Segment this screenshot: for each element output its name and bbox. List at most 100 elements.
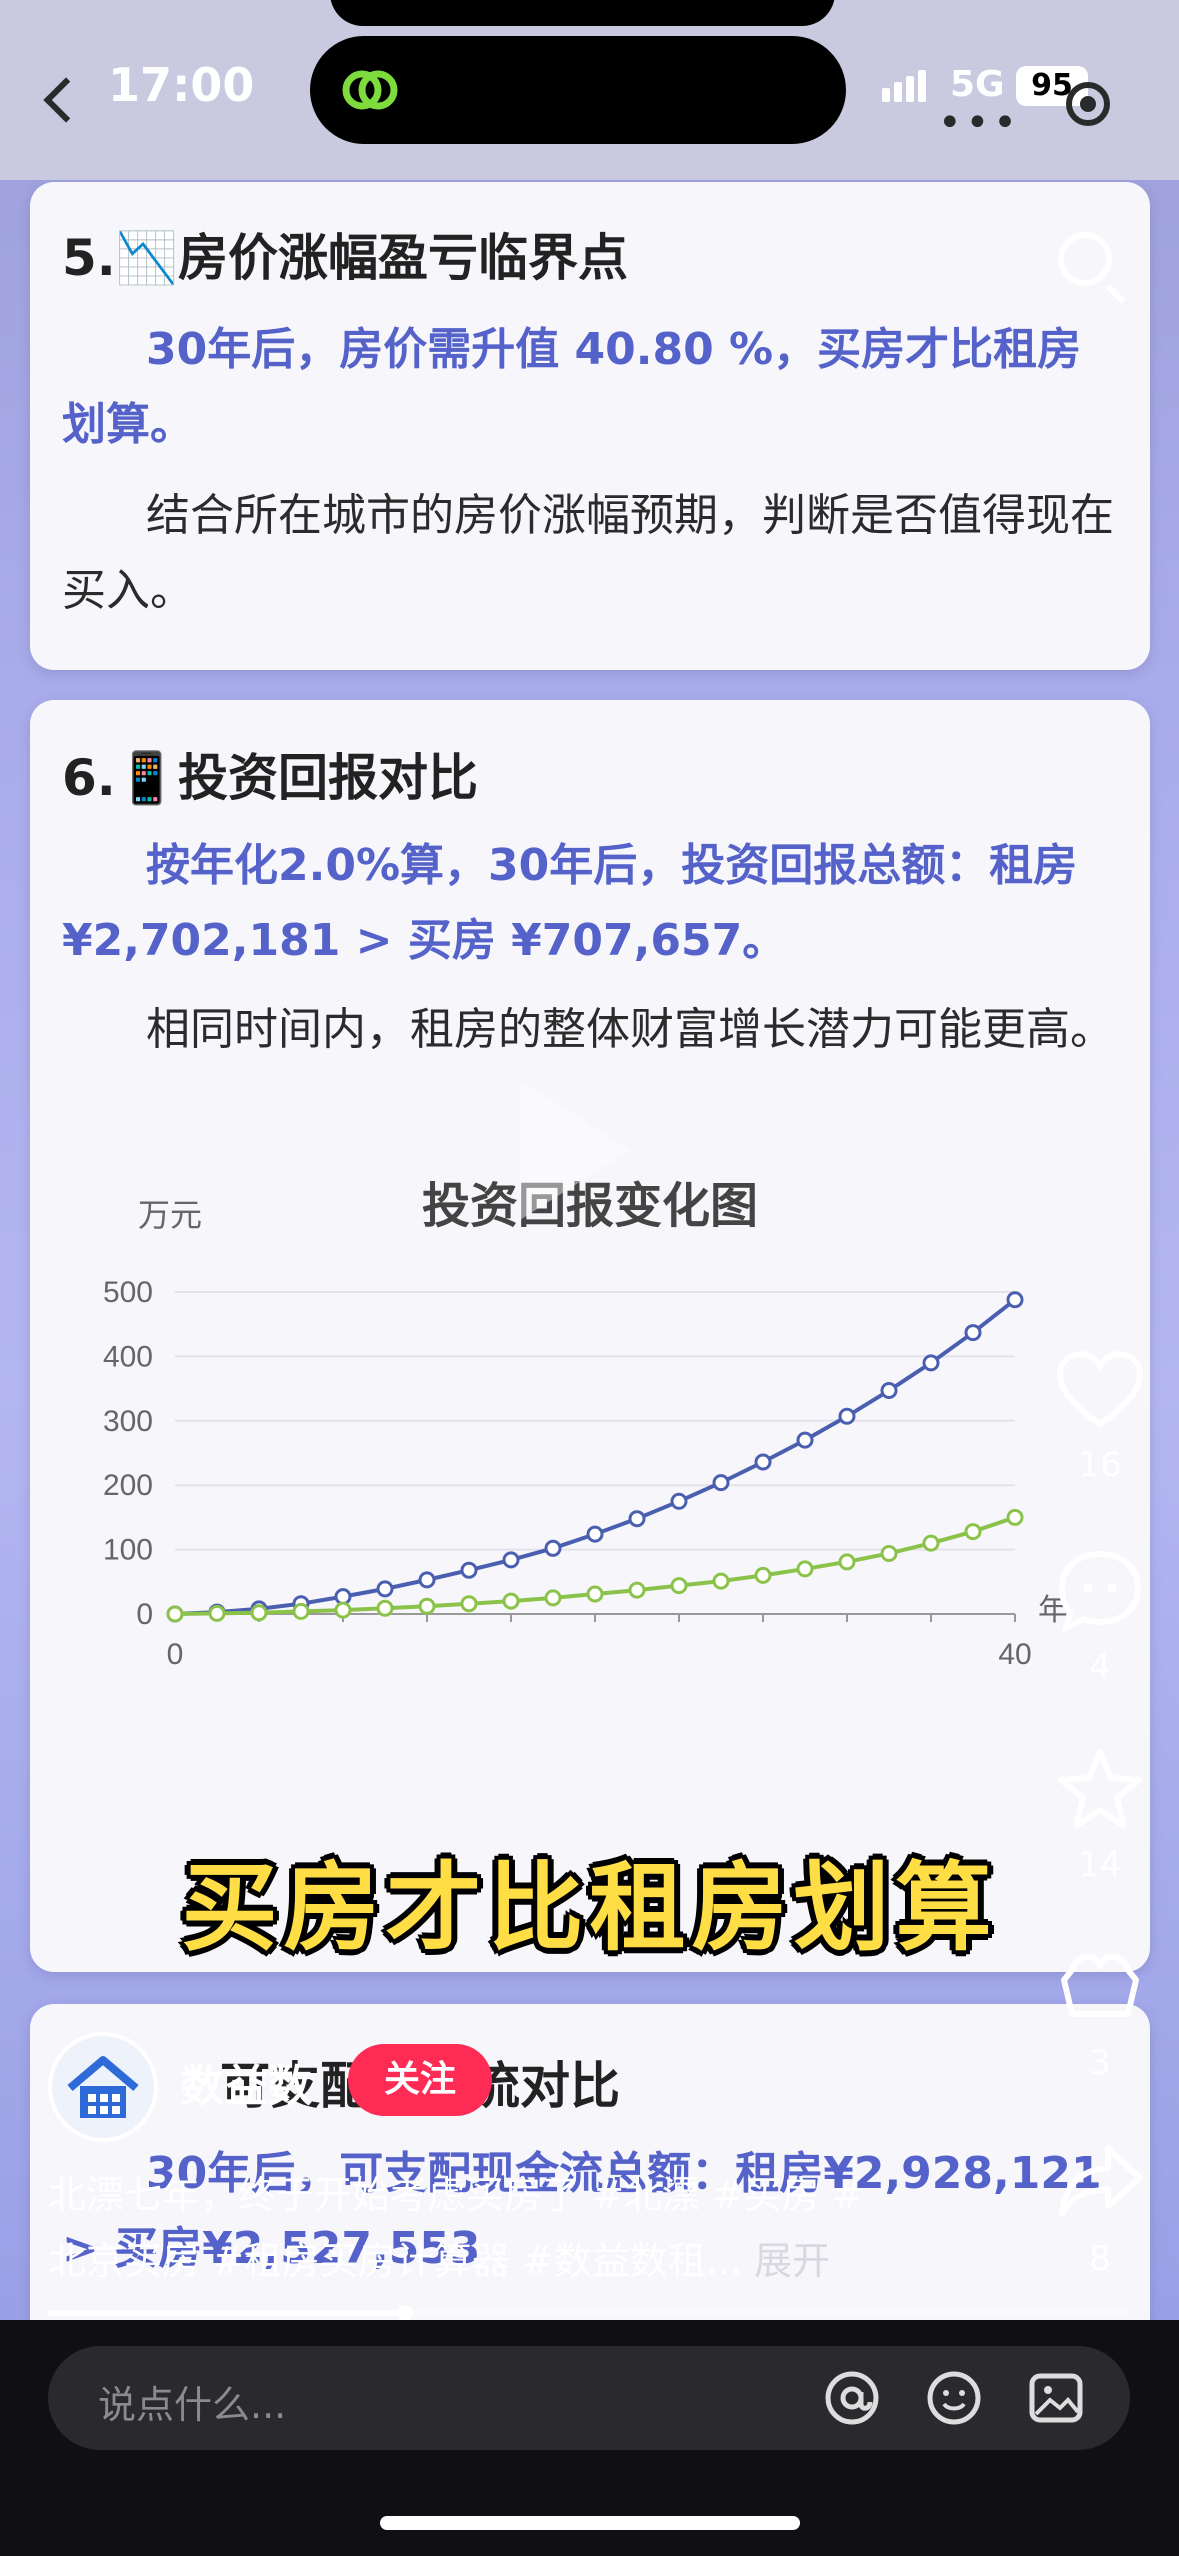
heart-icon xyxy=(1056,1350,1144,1428)
image-icon[interactable] xyxy=(1028,2370,1084,2426)
data-point xyxy=(712,1572,730,1590)
data-point xyxy=(376,1599,394,1617)
data-point xyxy=(880,1544,898,1562)
y-axis-unit: 万元 xyxy=(138,1196,203,1234)
data-point xyxy=(250,1604,268,1622)
like-button[interactable]: 16 xyxy=(1050,1350,1150,1485)
data-point xyxy=(670,1492,688,1510)
record-icon[interactable] xyxy=(1066,82,1110,126)
emoji-icon[interactable] xyxy=(926,2370,982,2426)
data-point xyxy=(334,1588,352,1606)
data-point xyxy=(544,1589,562,1607)
star-icon xyxy=(1058,1749,1142,1829)
more-icon[interactable]: ••• xyxy=(938,100,1021,146)
video-subtitle: 买房才比租房划算 xyxy=(181,1852,998,1964)
follow-button[interactable]: 关注 xyxy=(348,2044,492,2116)
y-tick-label: 200 xyxy=(103,1469,153,1502)
data-point xyxy=(796,1560,814,1578)
progress-fill xyxy=(48,2310,406,2316)
author-name[interactable]: 数益数 xyxy=(180,2050,312,2114)
like-count: 16 xyxy=(1078,1445,1122,1485)
comment-button[interactable]: 4 xyxy=(1050,1548,1150,1687)
clock: 17:00 xyxy=(108,58,255,112)
video-progress-bar[interactable] xyxy=(48,2305,1131,2321)
data-point xyxy=(838,1407,856,1425)
back-icon[interactable] xyxy=(43,77,89,123)
card-title: 6.📱投资回报对比 xyxy=(62,749,479,807)
series-line-0 xyxy=(174,1298,1017,1616)
data-point xyxy=(754,1453,772,1471)
signal-icon xyxy=(882,70,930,102)
data-point xyxy=(208,1604,226,1622)
data-point xyxy=(376,1580,394,1598)
avatar[interactable] xyxy=(48,2032,158,2142)
data-point xyxy=(544,1539,562,1557)
data-point xyxy=(166,1605,184,1623)
data-point xyxy=(628,1581,646,1599)
y-tick-label: 300 xyxy=(103,1405,153,1438)
share-count-a: 3 xyxy=(1089,2043,1111,2083)
network-label: 5G xyxy=(950,64,1005,105)
card-highlight: 30年后，房价需升值 40.80 %，买房才比租房划算。 xyxy=(62,324,1082,450)
card-highlight: 按年化2.0%算，30年后，投资回报总额：租房 ¥2,702,181 > 买房 … xyxy=(62,840,1078,966)
caption-line-1: 北漂七年，终于开始考虑买房了 #北漂 #买房 # xyxy=(48,2173,864,2217)
data-point xyxy=(838,1553,856,1571)
data-point xyxy=(964,1523,982,1541)
share-count: 8 xyxy=(1089,2239,1111,2279)
x-tick-label: 0 xyxy=(167,1638,184,1671)
expand-link[interactable]: 展开 xyxy=(754,2239,830,2283)
gift-icon xyxy=(1061,1953,1139,2017)
status-bar: 17:00 5G 95 ••• xyxy=(0,0,1179,180)
data-point xyxy=(292,1602,310,1620)
y-tick-label: 0 xyxy=(136,1598,153,1631)
video-frame[interactable]: 5.📉房价涨幅盈亏临界点 30年后，房价需升值 40.80 %，买房才比租房划算… xyxy=(0,0,1179,2320)
data-point xyxy=(712,1474,730,1492)
comment-count: 4 xyxy=(1089,1647,1111,1687)
mention-icon[interactable] xyxy=(824,2370,880,2426)
y-tick-label: 500 xyxy=(103,1276,153,1309)
data-point xyxy=(754,1566,772,1584)
card-body: 结合所在城市的房价涨幅预期，判断是否值得现在买入。 xyxy=(62,490,1114,616)
data-point xyxy=(880,1382,898,1400)
favorite-button[interactable]: 14 xyxy=(1050,1746,1150,1885)
favorite-count: 14 xyxy=(1078,1845,1122,1885)
data-point xyxy=(964,1324,982,1342)
data-point xyxy=(922,1354,940,1372)
card-investment-return: 6.📱投资回报对比 按年化2.0%算，30年后，投资回报总额：租房 ¥2,702… xyxy=(30,700,1150,1972)
data-point xyxy=(796,1431,814,1449)
data-point xyxy=(586,1525,604,1543)
data-point xyxy=(586,1585,604,1603)
data-point xyxy=(418,1597,436,1615)
data-point xyxy=(460,1561,478,1579)
app-logo-icon xyxy=(342,70,398,110)
data-point xyxy=(418,1571,436,1589)
comment-input[interactable]: 说点什么... xyxy=(48,2346,1130,2450)
data-point xyxy=(1006,1291,1024,1309)
card-body: 相同时间内，租房的整体财富增长潜力可能更高。 xyxy=(146,1004,1114,1055)
y-tick-label: 100 xyxy=(103,1534,153,1567)
share-button-a[interactable]: 3 xyxy=(1050,1944,1150,2083)
data-point xyxy=(670,1577,688,1595)
data-point xyxy=(502,1551,520,1569)
data-point xyxy=(1006,1508,1024,1526)
house-icon xyxy=(67,2056,139,2118)
data-point xyxy=(334,1601,352,1619)
comment-icon xyxy=(1058,1550,1142,1634)
data-point xyxy=(922,1534,940,1552)
play-icon[interactable] xyxy=(520,1080,630,1220)
home-indicator xyxy=(380,2516,800,2530)
y-tick-label: 400 xyxy=(103,1340,153,1373)
caption-line-2: 北京买房 #租房买房计算器 #数益数租... 展开 xyxy=(48,2239,831,2283)
data-point xyxy=(502,1592,520,1610)
search-icon[interactable] xyxy=(1058,232,1112,286)
data-point xyxy=(460,1595,478,1613)
share-icon xyxy=(1059,2145,1143,2217)
card-price-breakeven: 5.📉房价涨幅盈亏临界点 30年后，房价需升值 40.80 %，买房才比租房划算… xyxy=(30,182,1150,670)
data-point xyxy=(628,1510,646,1528)
comment-placeholder: 说点什么... xyxy=(98,2383,287,2427)
video-caption[interactable]: 北漂七年，终于开始考虑买房了 #北漂 #买房 # 北京买房 #租房买房计算器 #… xyxy=(48,2162,968,2294)
card-title: 5.📉房价涨幅盈亏临界点 xyxy=(62,229,629,287)
dynamic-island xyxy=(310,36,846,144)
share-button[interactable]: 8 xyxy=(1050,2140,1150,2279)
x-tick-label: 40 xyxy=(998,1638,1031,1671)
